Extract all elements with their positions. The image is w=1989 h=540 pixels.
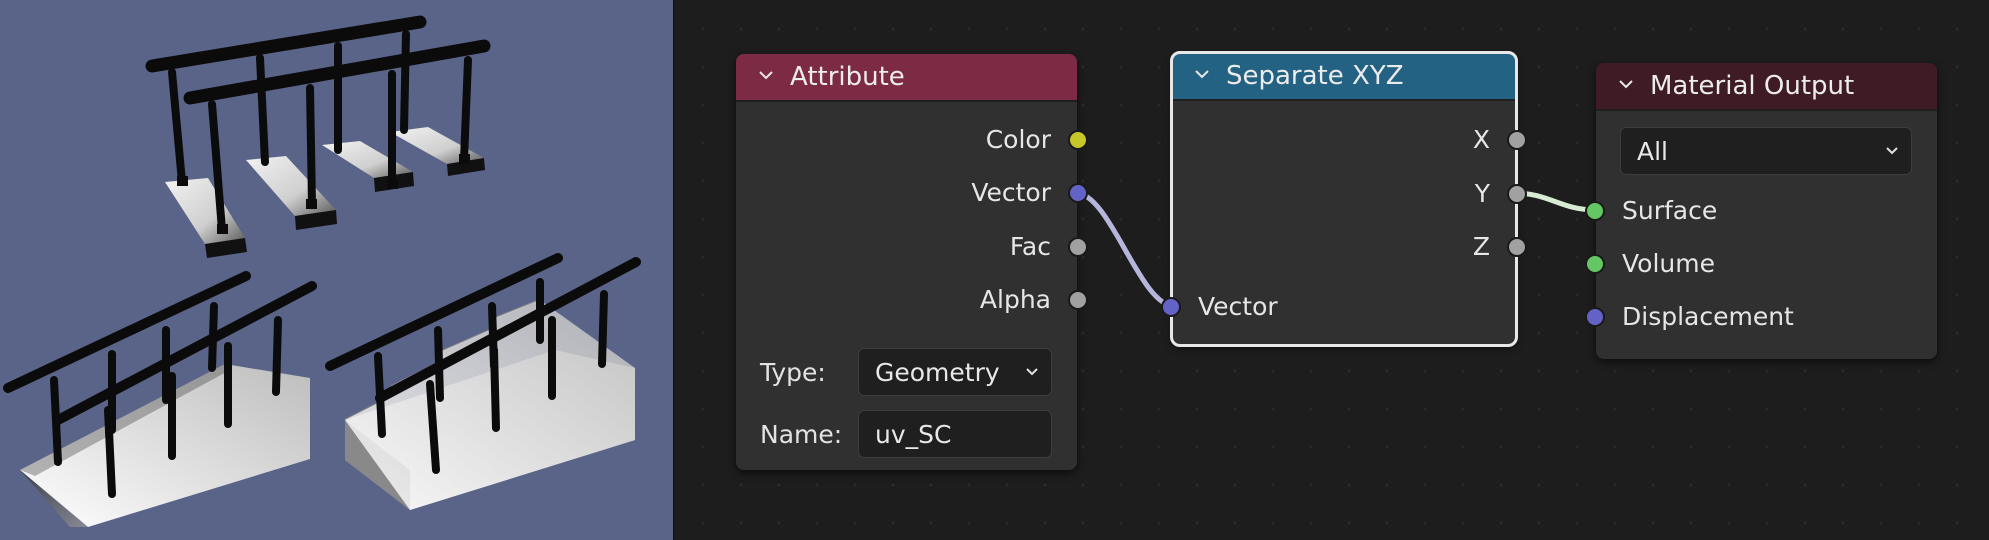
chevron-down-icon [1886,147,1898,155]
type-dropdown[interactable]: Geometry [858,348,1052,396]
vector-input-socket[interactable] [1161,297,1181,317]
output-color-label: Color [985,124,1051,154]
target-dropdown[interactable]: All [1620,127,1912,175]
type-dropdown-value: Geometry [875,357,1000,387]
z-output-socket[interactable] [1507,237,1527,257]
separate-xyz-node-header[interactable]: Separate XYZ [1172,53,1516,101]
type-label: Type: [760,357,826,387]
railing-on-stairs [325,253,641,510]
input-surface-label: Surface [1622,195,1718,225]
material-output-node-title: Material Output [1650,71,1855,101]
output-fac-label: Fac [1009,231,1051,261]
name-label: Name: [760,419,843,449]
input-volume: Volume [1585,243,1937,283]
output-color: Color [736,119,1088,159]
3d-viewport[interactable] [0,0,673,540]
input-surface: Surface [1585,190,1937,230]
x-output-socket[interactable] [1507,130,1527,150]
chevron-down-icon[interactable] [758,67,774,83]
color-output-socket[interactable] [1068,130,1088,150]
output-z: Z [1172,226,1527,266]
input-displacement: Displacement [1585,296,1937,336]
output-x: X [1172,119,1527,159]
output-z-label: Z [1472,231,1490,261]
output-vector-label: Vector [971,177,1051,207]
vector-output-socket[interactable] [1068,183,1088,203]
output-fac: Fac [736,226,1088,266]
separate-xyz-node-title: Separate XYZ [1226,61,1404,91]
output-x-label: X [1472,124,1490,154]
attribute-node[interactable]: Attribute Color Vector Fac Alpha Type: G… [736,54,1088,470]
input-vector-label: Vector [1198,291,1278,321]
railing-on-ramp [3,271,317,527]
separate-xyz-node[interactable]: Separate XYZ X Y Z Vector [1161,51,1527,347]
surface-input-socket[interactable] [1585,201,1605,221]
output-vector: Vector [736,172,1088,212]
chevron-down-icon[interactable] [1618,76,1634,92]
output-y-label: Y [1474,178,1490,208]
attribute-node-header[interactable]: Attribute [736,54,1077,102]
chevron-down-icon [1026,368,1038,376]
attribute-node-title: Attribute [790,62,905,92]
target-dropdown-value: All [1637,136,1668,166]
input-vector: Vector [1161,286,1516,326]
alpha-output-socket[interactable] [1068,290,1088,310]
volume-input-socket[interactable] [1585,254,1605,274]
material-output-node[interactable]: Material Output All Surface Volume Displ… [1585,63,1937,359]
displacement-input-socket[interactable] [1585,307,1605,327]
name-field[interactable]: uv_SC [858,410,1052,458]
chevron-down-icon[interactable] [1194,66,1210,82]
output-alpha-label: Alpha [979,284,1051,314]
output-y: Y [1172,173,1527,213]
input-volume-label: Volume [1622,248,1715,278]
material-output-node-header[interactable]: Material Output [1596,63,1937,111]
fac-output-socket[interactable] [1068,237,1088,257]
y-output-socket[interactable] [1507,184,1527,204]
name-field-value: uv_SC [875,419,952,449]
output-alpha: Alpha [736,279,1088,319]
input-displacement-label: Displacement [1622,301,1794,331]
railing-on-steps [145,15,491,258]
